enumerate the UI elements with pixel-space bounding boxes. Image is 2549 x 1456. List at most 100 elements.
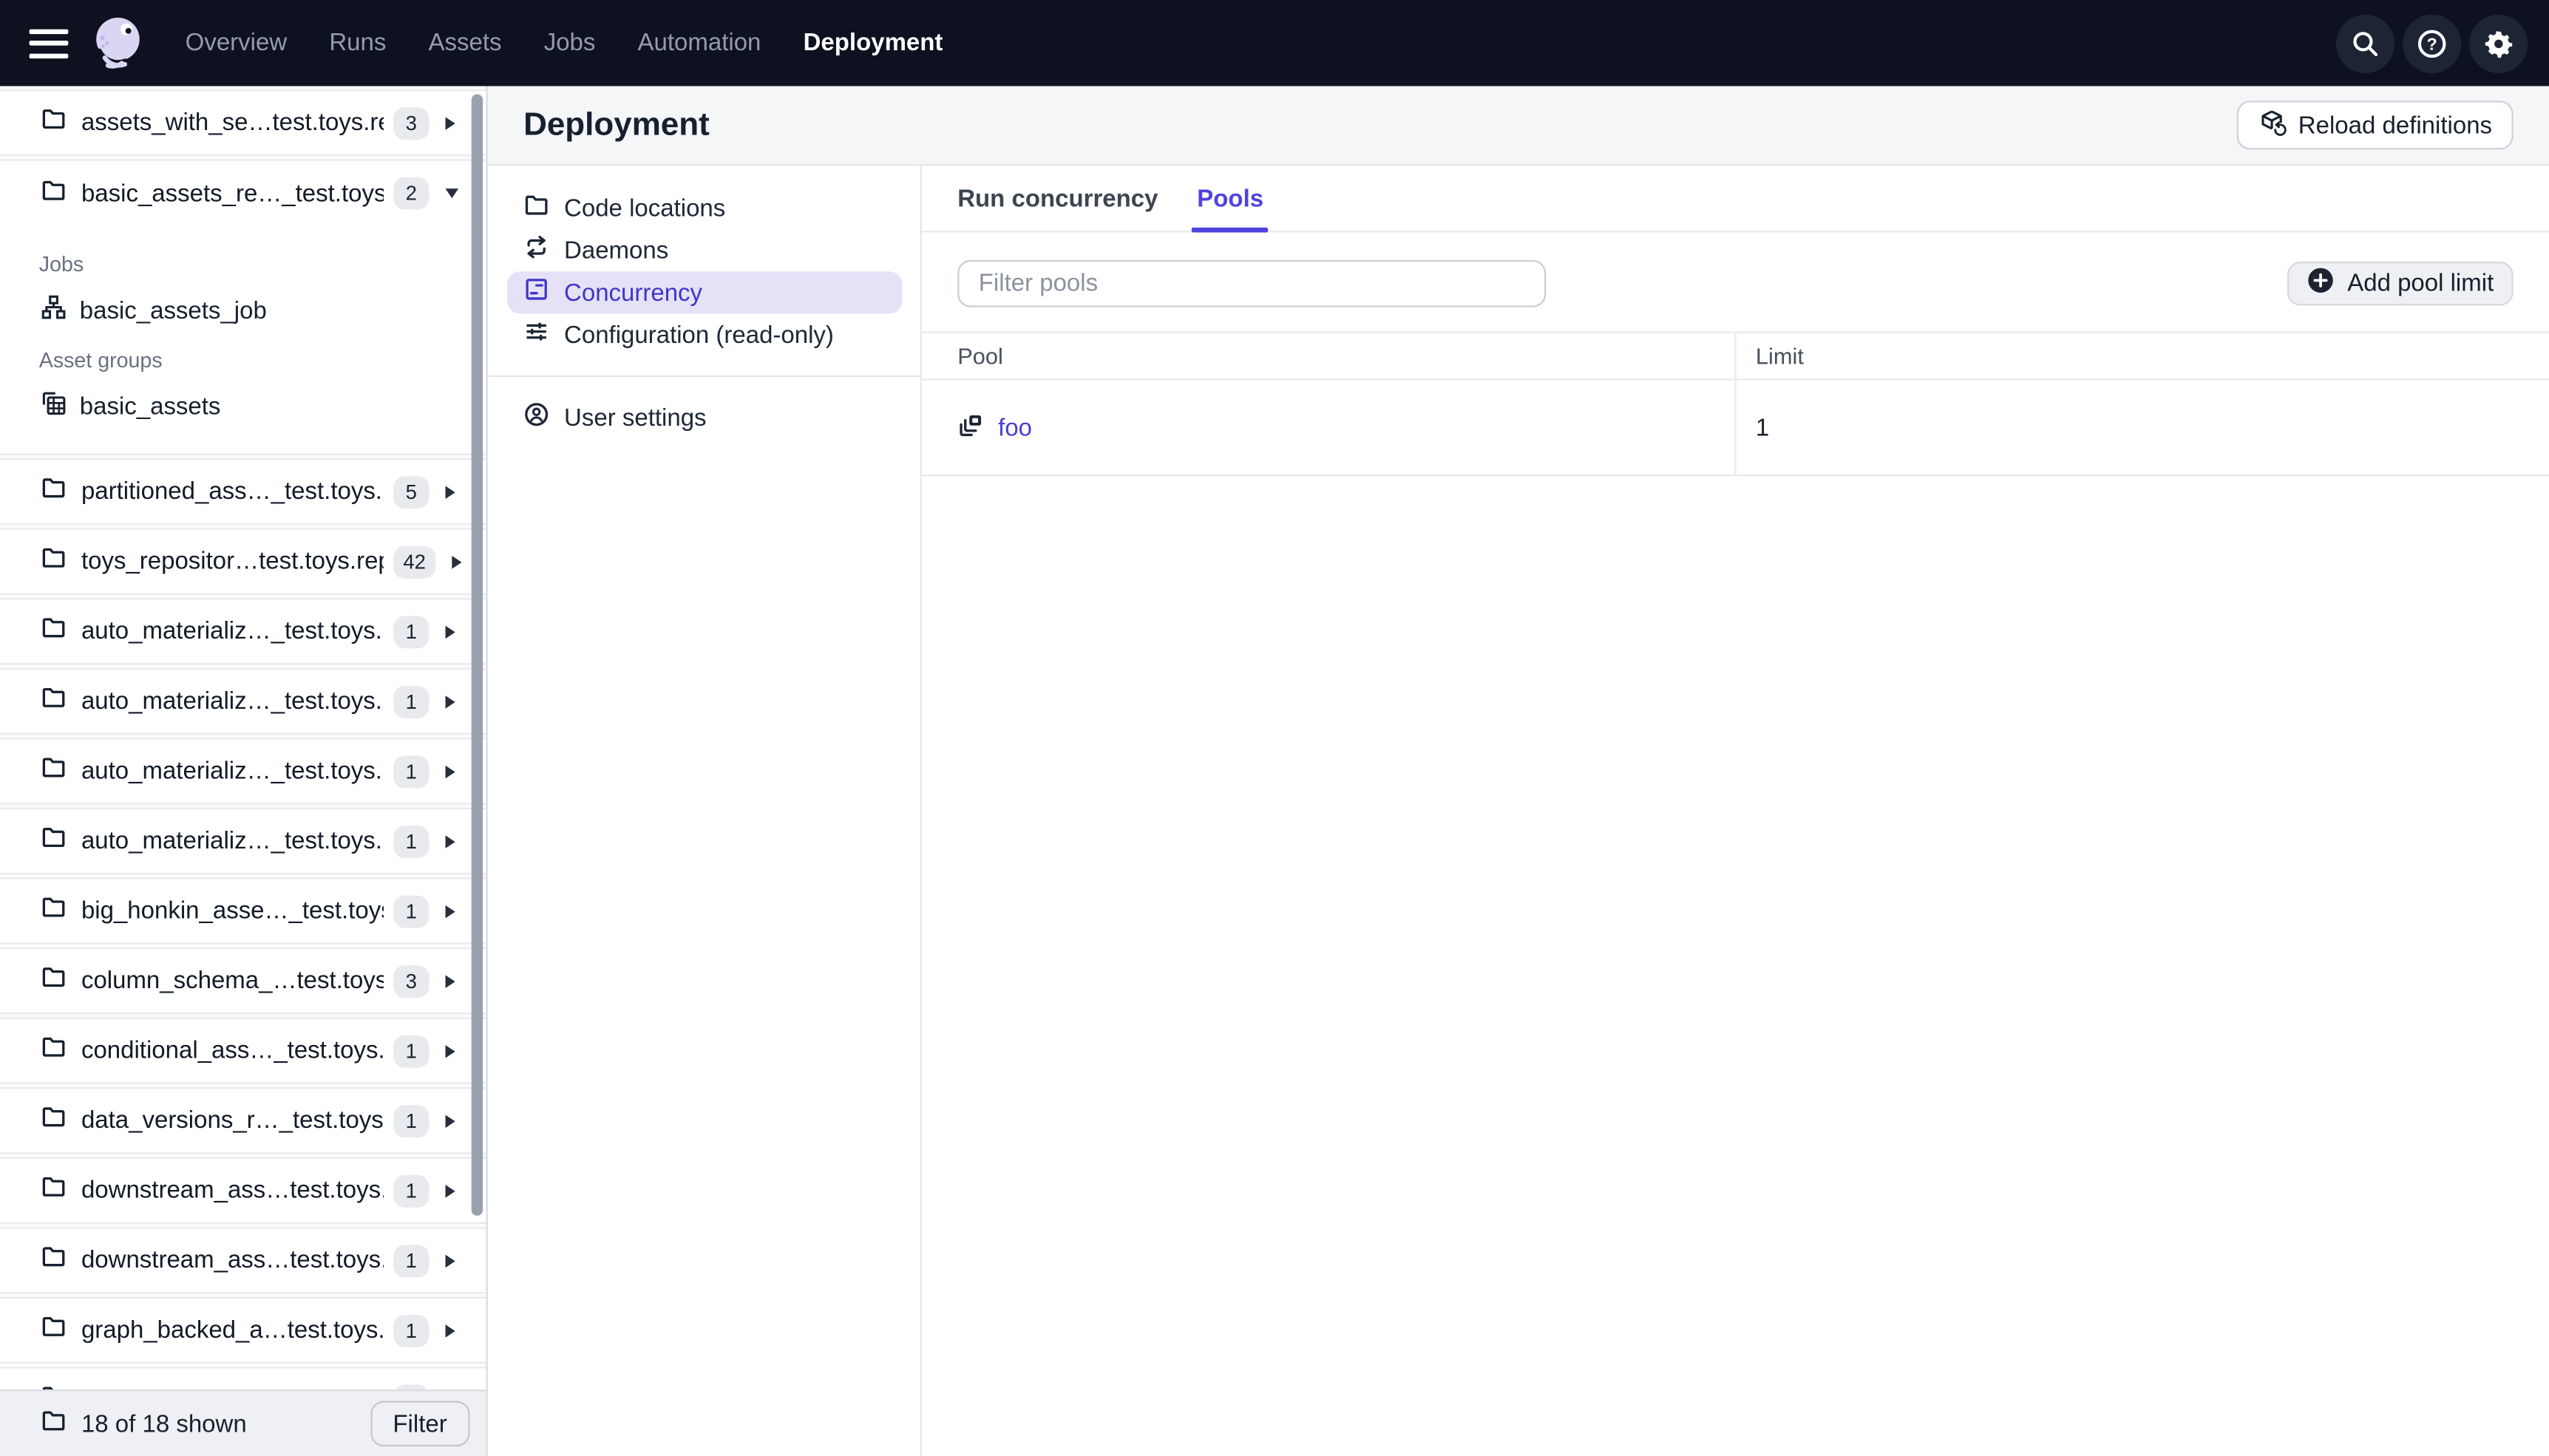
count-badge: 3 <box>393 965 430 998</box>
folder-icon <box>41 1103 67 1137</box>
deployment-subnav: Code locations Daemons Concurrency Confi… <box>487 166 922 1456</box>
tab-run-concurrency[interactable]: Run concurrency <box>957 166 1158 231</box>
pool-link[interactable]: foo <box>957 410 1032 444</box>
subnav-code-locations[interactable]: Code locations <box>507 187 902 229</box>
folder-icon <box>41 1313 67 1347</box>
subnav-daemons[interactable]: Daemons <box>507 229 902 271</box>
count-badge: 1 <box>393 615 430 648</box>
chevron-right-icon[interactable] <box>445 764 455 778</box>
folder-icon <box>41 177 67 211</box>
subnav-label: User settings <box>564 404 707 432</box>
chevron-right-icon[interactable] <box>445 1044 455 1058</box>
code-location-name: auto_materializ…_test.toys.repo <box>81 827 384 855</box>
sidebar-filter-button[interactable]: Filter <box>370 1401 470 1447</box>
code-location-name: partitioned_ass…_test.toys.rep <box>81 477 384 506</box>
chevron-right-icon[interactable] <box>445 116 455 129</box>
code-location-row[interactable]: data_versions_r…_test.toys.rep 1 <box>0 1087 486 1154</box>
chevron-right-icon[interactable] <box>445 695 455 708</box>
asset-group-item[interactable]: basic_assets <box>0 382 486 431</box>
add-pool-limit-button[interactable]: Add pool limit <box>2287 262 2514 306</box>
chevron-right-icon[interactable] <box>445 904 455 918</box>
code-location-row[interactable]: downstream_ass…test.toys.rep 1 <box>0 1227 486 1294</box>
code-location-row[interactable]: assets_with_se…test.toys.repo 3 <box>0 89 486 157</box>
code-location-row[interactable]: auto_materializ…_test.toys.repo 1 <box>0 667 486 735</box>
chevron-right-icon[interactable] <box>445 625 455 639</box>
search-button[interactable] <box>2335 13 2395 72</box>
nav-runs[interactable]: Runs <box>329 30 386 57</box>
count-badge: 1 <box>393 1174 430 1207</box>
filter-pools-input[interactable] <box>957 259 1547 307</box>
code-location-row[interactable]: toys_repositor…test.toys.repo 42 <box>0 528 486 595</box>
help-icon: ? <box>2416 27 2448 59</box>
count-badge: 42 <box>393 545 436 578</box>
code-location-row[interactable]: auto_materializ…_test.toys.repo 1 <box>0 807 486 875</box>
nav-overview[interactable]: Overview <box>186 30 287 57</box>
code-location-row[interactable]: big_honkin_asse…_test.toys.rep 1 <box>0 877 486 945</box>
chevron-right-icon[interactable] <box>445 485 455 498</box>
code-location-name: column_schema_…test.toys.rep <box>81 967 384 995</box>
count-badge: 1 <box>393 1244 430 1277</box>
chevron-right-icon[interactable] <box>445 834 455 848</box>
concurrency-content: Run concurrency Pools Add pool limit <box>921 166 2549 1456</box>
nav-assets[interactable]: Assets <box>429 30 502 57</box>
asset-groups-section-header: Asset groups <box>38 347 163 372</box>
code-location-row[interactable]: column_schema_…test.toys.rep 3 <box>0 948 486 1015</box>
code-location-row[interactable]: auto_materializ…_test.toys.repo 1 <box>0 738 486 805</box>
reload-definitions-button[interactable]: Reload definitions <box>2236 101 2514 150</box>
help-button[interactable]: ? <box>2403 13 2462 72</box>
code-location-row[interactable]: basic_assets_re…_test.toys.rep 2 <box>0 159 486 226</box>
dagster-logo-icon[interactable] <box>88 12 150 74</box>
chevron-right-icon[interactable] <box>452 554 462 568</box>
chevron-down-icon[interactable] <box>445 188 459 199</box>
sidebar-scrollbar[interactable] <box>471 94 483 1216</box>
pools-toolbar: Add pool limit <box>922 259 2549 307</box>
job-item[interactable]: basic_assets_job <box>0 286 486 335</box>
chevron-right-icon[interactable] <box>445 1114 455 1127</box>
nav-automation[interactable]: Automation <box>638 30 761 57</box>
chevron-right-icon[interactable] <box>445 1253 455 1268</box>
folder-icon <box>523 191 549 224</box>
code-location-row[interactable]: graph_backed_a…test.toys.repo 1 <box>0 1296 486 1364</box>
chevron-right-icon[interactable] <box>445 974 455 987</box>
subnav-concurrency[interactable]: Concurrency <box>507 271 903 314</box>
primary-nav: Overview Runs Assets Jobs Automation Dep… <box>186 30 943 57</box>
subnav-user-settings[interactable]: User settings <box>507 397 902 439</box>
settings-button[interactable] <box>2469 13 2528 72</box>
code-location-list: assets_with_se…test.toys.repo 3 basic_as… <box>0 86 486 1434</box>
code-location-row[interactable]: auto_materializ…_test.toys.repo 1 <box>0 598 486 665</box>
count-badge: 3 <box>393 106 430 140</box>
nav-deployment[interactable]: Deployment <box>804 30 943 57</box>
count-badge: 1 <box>393 894 430 928</box>
folder-icon <box>41 754 67 788</box>
pool-layers-icon <box>957 410 985 444</box>
subnav-label: Code locations <box>564 194 726 222</box>
pool-limit-value: 1 <box>1755 413 1770 442</box>
folder-icon <box>41 824 67 858</box>
code-location-name: auto_materializ…_test.toys.repo <box>81 617 384 645</box>
subnav-configuration[interactable]: Configuration (read-only) <box>507 313 902 356</box>
tab-pools[interactable]: Pools <box>1192 166 1269 233</box>
chevron-right-icon[interactable] <box>445 1183 455 1197</box>
reload-definitions-icon <box>2258 108 2287 142</box>
subnav-label: Concurrency <box>564 279 703 307</box>
code-location-row[interactable]: downstream_ass…test.toys.rep 1 <box>0 1157 486 1224</box>
repeat-icon <box>523 234 549 267</box>
count-badge: 1 <box>393 1313 430 1347</box>
top-nav-actions: ? <box>2335 13 2528 72</box>
code-location-row[interactable]: partitioned_ass…_test.toys.rep 5 <box>0 458 486 525</box>
page-header: Deployment Reload definitions <box>487 86 2549 166</box>
folder-icon <box>41 545 67 579</box>
count-badge: 1 <box>393 684 430 718</box>
add-pool-limit-label: Add pool limit <box>2347 270 2494 298</box>
chevron-right-icon[interactable] <box>445 1324 455 1337</box>
code-location-row[interactable]: conditional_ass…_test.toys.repo 1 <box>0 1017 486 1084</box>
folder-icon <box>41 614 67 648</box>
code-location-name: auto_materializ…_test.toys.repo <box>81 687 384 715</box>
hamburger-menu-icon[interactable] <box>29 28 69 58</box>
folder-icon <box>41 684 67 718</box>
nav-jobs[interactable]: Jobs <box>544 30 596 57</box>
plus-circle-icon <box>2307 267 2334 301</box>
folder-icon <box>41 1034 67 1068</box>
pool-name: foo <box>998 413 1033 442</box>
shown-count-text: 18 of 18 shown <box>81 1409 247 1438</box>
